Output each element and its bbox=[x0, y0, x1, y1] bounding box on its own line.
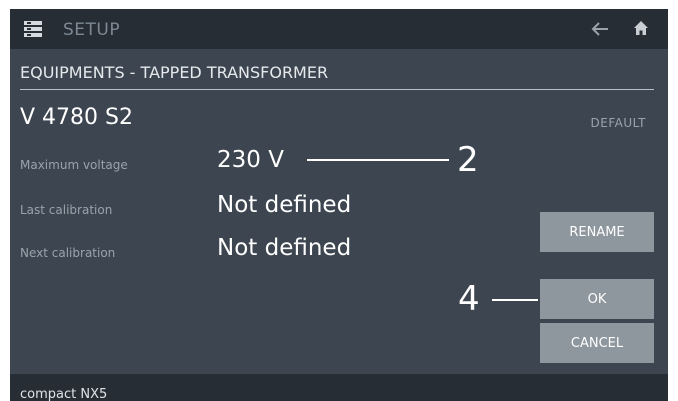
footer-bar: compact NX5 bbox=[10, 374, 668, 401]
device-name: V 4780 S2 bbox=[20, 105, 133, 130]
ok-button[interactable]: OK bbox=[540, 279, 654, 319]
max-voltage-label: Maximum voltage bbox=[20, 158, 128, 172]
rename-button[interactable]: RENAME bbox=[540, 212, 654, 252]
last-calibration-value[interactable]: Not defined bbox=[217, 192, 351, 218]
next-calibration-value[interactable]: Not defined bbox=[217, 235, 351, 261]
callout-number-ok: 4 bbox=[458, 279, 480, 319]
menu-list-icon[interactable] bbox=[24, 21, 42, 37]
default-badge: DEFAULT bbox=[590, 116, 646, 130]
divider bbox=[20, 89, 654, 90]
section-subtitle: EQUIPMENTS - TAPPED TRANSFORMER bbox=[20, 63, 329, 82]
cancel-button[interactable]: CANCEL bbox=[540, 323, 654, 363]
top-bar: SETUP bbox=[10, 9, 668, 49]
device-screen: SETUP EQUIPMENTS - TAPPED TRANSFORMER V … bbox=[10, 9, 668, 401]
callout-line-ok bbox=[492, 299, 538, 301]
home-icon[interactable] bbox=[633, 20, 649, 36]
callout-number-voltage: 2 bbox=[457, 140, 479, 180]
next-calibration-label: Next calibration bbox=[20, 246, 116, 260]
max-voltage-value[interactable]: 230 V bbox=[217, 147, 284, 173]
callout-line-voltage bbox=[307, 159, 449, 161]
page-title: SETUP bbox=[63, 20, 121, 40]
back-arrow-icon[interactable] bbox=[591, 21, 609, 37]
last-calibration-label: Last calibration bbox=[20, 203, 113, 217]
device-model-label: compact NX5 bbox=[20, 387, 108, 401]
